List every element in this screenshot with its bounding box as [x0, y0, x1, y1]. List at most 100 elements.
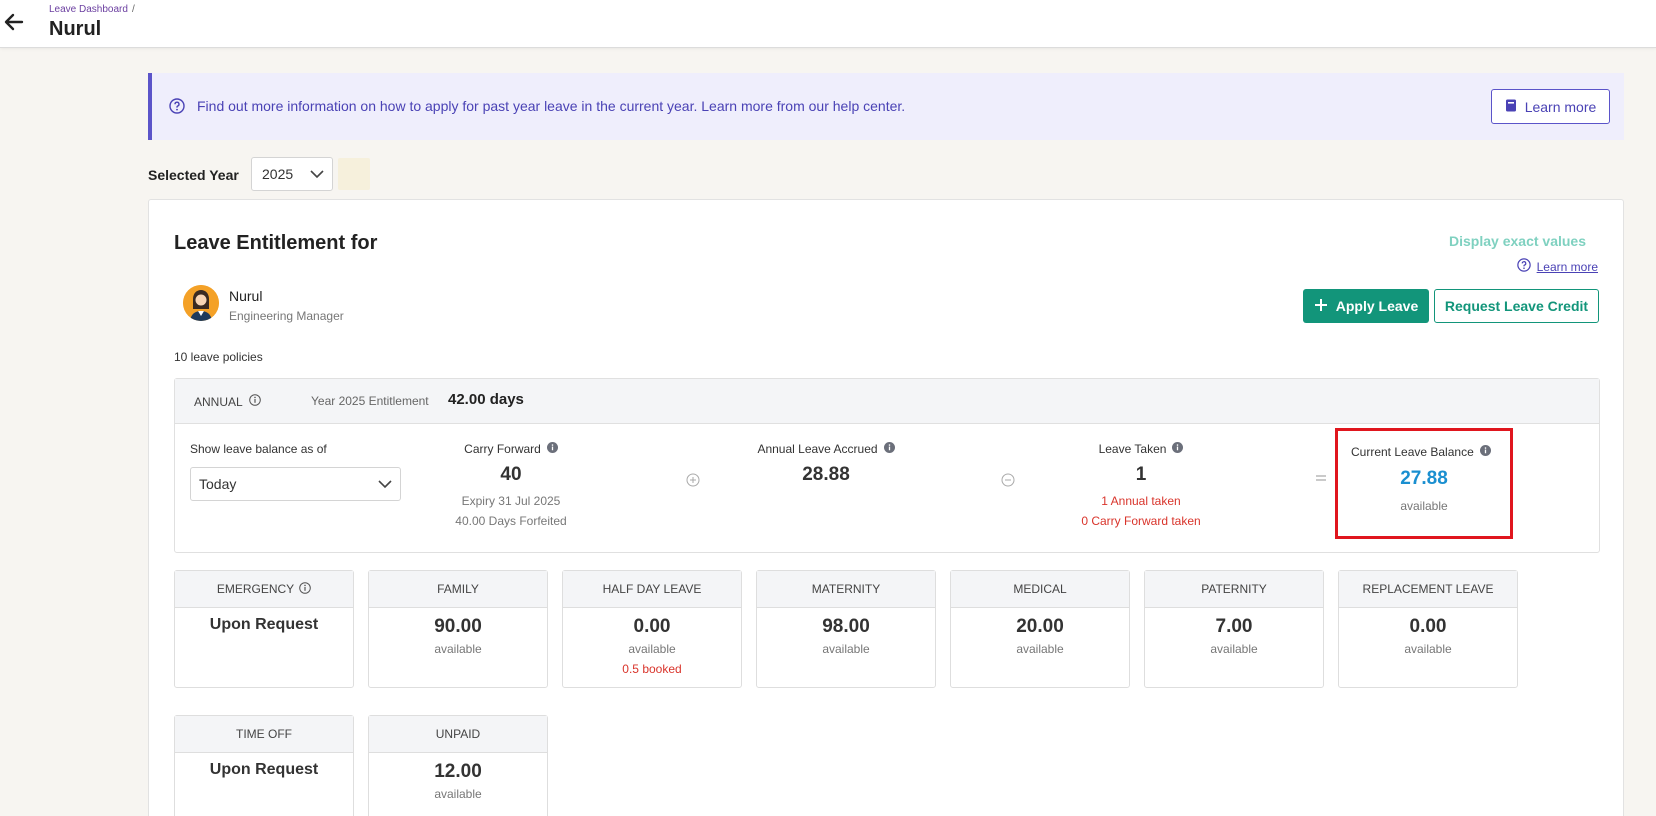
annual-leave-panel: ANNUAL Year 2025 Entitlement 42.00 days … [174, 378, 1600, 553]
policy-tile-paternity[interactable]: PATERNITY 7.00 available [1144, 570, 1324, 688]
policy-tile-maternity[interactable]: MATERNITY 98.00 available [756, 570, 936, 688]
minus-circle-icon [1001, 473, 1015, 487]
current-leave-balance: Current Leave Balance 27.88 available [1335, 428, 1513, 539]
balance-as-of-value: Today [199, 476, 237, 492]
entitlement-title: Leave Entitlement for [174, 232, 378, 254]
policy-value: 0.00 [1409, 616, 1447, 637]
breadcrumb-link[interactable]: Leave Dashboard [49, 4, 128, 15]
info-banner: Find out more information on how to appl… [148, 73, 1624, 140]
info-filled-icon[interactable] [883, 442, 895, 456]
policy-booked: 0.5 booked [622, 662, 682, 676]
top-bar: Leave Dashboard / Nurul [0, 0, 1656, 48]
annual-type-label: ANNUAL [194, 394, 243, 409]
annual-type: ANNUAL [194, 394, 261, 409]
breadcrumb: Leave Dashboard / [49, 4, 135, 15]
policy-name: TIME OFF [175, 716, 353, 753]
policy-name: REPLACEMENT LEAVE [1339, 571, 1517, 608]
chevron-down-icon [310, 170, 324, 179]
policy-name: FAMILY [369, 571, 547, 608]
policy-value: 12.00 [434, 761, 482, 782]
carry-forward-label: Carry Forward [464, 442, 541, 456]
employee-role: Engineering Manager [229, 309, 344, 323]
policy-tile-family[interactable]: FAMILY 90.00 available [368, 570, 548, 688]
avatar [183, 285, 219, 321]
carry-forward-expiry: Expiry 31 Jul 2025 [461, 494, 561, 508]
year-select[interactable]: 2025 [251, 157, 333, 191]
annual-leave-header: ANNUAL Year 2025 Entitlement 42.00 days [175, 379, 1599, 424]
help-circle-icon [169, 98, 185, 119]
annual-accrued-metric: Annual Leave Accrued 28.88 [716, 442, 936, 486]
leave-taken-value: 1 [1135, 464, 1147, 485]
leave-policies-count: 10 leave policies [174, 350, 263, 364]
info-filled-icon[interactable] [1172, 442, 1184, 456]
page-title: Nurul [49, 18, 102, 40]
policy-name: UNPAID [369, 716, 547, 753]
info-filled-icon[interactable] [546, 442, 558, 456]
info-icon[interactable] [299, 581, 311, 597]
equals-icon [1314, 471, 1328, 485]
request-leave-credit-button[interactable]: Request Leave Credit [1434, 289, 1599, 323]
policy-available: available [434, 787, 482, 801]
plus-icon [1314, 298, 1328, 315]
policy-tile-half-day-leave[interactable]: HALF DAY LEAVE 0.00 available 0.5 booked [562, 570, 742, 688]
policy-name: PATERNITY [1145, 571, 1323, 608]
learn-more-label: Learn more [1524, 98, 1597, 115]
leave-taken-metric: Leave Taken 1 1 Annual taken 0 Carry For… [1031, 442, 1251, 528]
policy-tile-unpaid[interactable]: UNPAID 12.00 available [368, 715, 548, 816]
carry-forward-metric: Carry Forward 40 Expiry 31 Jul 2025 40.0… [401, 442, 621, 528]
policy-value: 7.00 [1215, 616, 1253, 637]
year-indicator [338, 158, 370, 190]
carry-forward-taken-text: 0 Carry Forward taken [1081, 514, 1201, 528]
entitlement-label: Year 2025 Entitlement [311, 394, 429, 408]
policy-available: available [434, 642, 482, 656]
annual-accrued-value: 28.88 [802, 464, 850, 485]
entitlement-card: Leave Entitlement for Display exact valu… [148, 199, 1624, 816]
policy-available: available [1016, 642, 1064, 656]
policy-name: EMERGENCY [216, 582, 295, 596]
policy-tile-replacement-leave[interactable]: REPLACEMENT LEAVE 0.00 available [1338, 570, 1518, 688]
policy-value: 0.00 [633, 616, 671, 637]
policy-available: available [1210, 642, 1258, 656]
learn-more-link-label: Learn more [1536, 259, 1598, 274]
plus-circle-icon [686, 473, 700, 487]
back-arrow-icon[interactable] [2, 10, 26, 34]
learn-more-link[interactable]: Learn more [1516, 258, 1598, 275]
balance-as-of-label: Show leave balance as of [190, 442, 327, 456]
leave-taken-label: Leave Taken [1098, 442, 1167, 456]
year-value: 2025 [262, 166, 294, 182]
carry-forward-value: 40 [500, 464, 522, 485]
policy-value: Upon Request [209, 616, 319, 633]
help-circle-icon [1516, 258, 1531, 275]
policy-tile-emergency[interactable]: EMERGENCY Upon Request [174, 570, 354, 688]
policy-name: MATERNITY [757, 571, 935, 608]
apply-leave-button[interactable]: Apply Leave [1303, 289, 1429, 323]
policy-name: HALF DAY LEAVE [563, 571, 741, 608]
current-balance-label: Current Leave Balance [1351, 445, 1474, 459]
policy-value: 20.00 [1016, 616, 1064, 637]
policy-available: available [1404, 642, 1452, 656]
learn-more-button[interactable]: Learn more [1491, 89, 1610, 124]
banner-message: Find out more information on how to appl… [197, 98, 906, 114]
info-filled-icon[interactable] [1479, 445, 1491, 459]
policy-tile-time-off[interactable]: TIME OFF Upon Request [174, 715, 354, 816]
chevron-down-icon [378, 480, 392, 489]
apply-leave-label: Apply Leave [1335, 298, 1419, 314]
annual-accrued-label: Annual Leave Accrued [757, 442, 878, 456]
annual-taken-text: 1 Annual taken [1101, 494, 1181, 508]
display-exact-values-toggle[interactable]: Display exact values [1449, 233, 1586, 249]
policy-value: 90.00 [434, 616, 482, 637]
policy-available: available [822, 642, 870, 656]
balance-as-of-select[interactable]: Today [190, 467, 401, 501]
policy-available: available [628, 642, 676, 656]
policy-tile-medical[interactable]: MEDICAL 20.00 available [950, 570, 1130, 688]
current-balance-sub: available [1400, 499, 1448, 513]
policy-value: 98.00 [822, 616, 870, 637]
book-icon [1505, 99, 1517, 115]
breadcrumb-separator: / [131, 4, 135, 15]
info-icon[interactable] [248, 394, 261, 409]
selected-year-label: Selected Year [148, 167, 239, 183]
policy-value: Upon Request [209, 761, 319, 778]
entitlement-value: 42.00 days [448, 391, 524, 408]
carry-forward-forfeited: 40.00 Days Forfeited [455, 514, 567, 528]
current-balance-value: 27.88 [1400, 468, 1448, 489]
